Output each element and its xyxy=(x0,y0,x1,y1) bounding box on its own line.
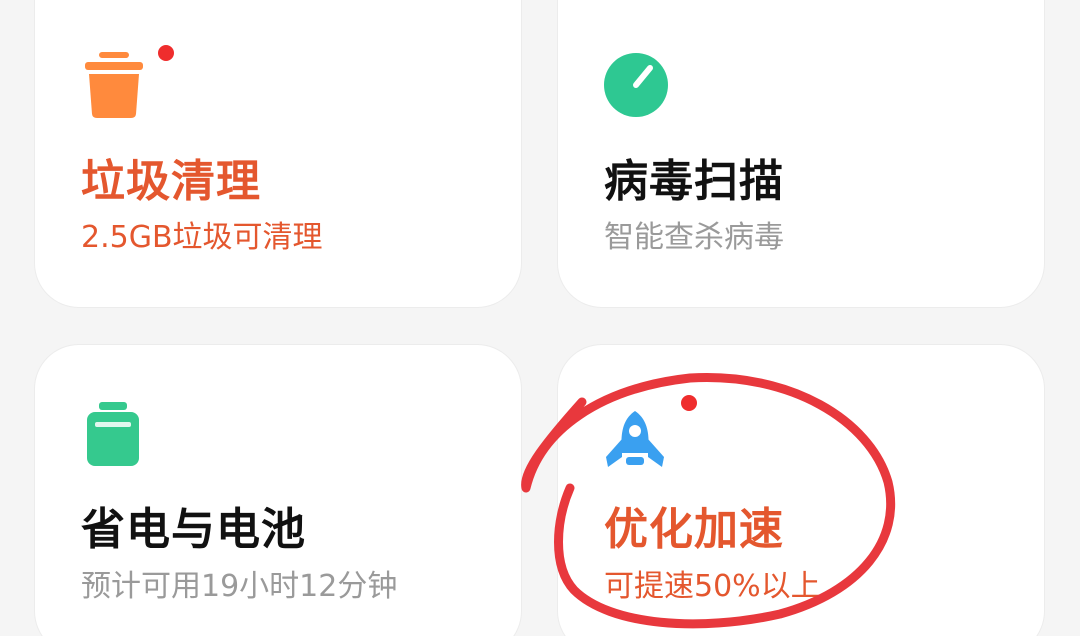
trash-can-icon xyxy=(85,52,143,118)
notification-dot xyxy=(158,45,174,61)
card-trash-cleanup[interactable]: 垃圾清理 2.5GB垃圾可清理 xyxy=(35,0,521,307)
security-center-grid: 垃圾清理 2.5GB垃圾可清理 病毒扫描 智能查杀病毒 省电与电池 预计可用19… xyxy=(0,0,1080,636)
notification-dot xyxy=(681,395,697,411)
battery-icon xyxy=(87,402,139,466)
scan-gauge-icon xyxy=(604,53,668,117)
rocket-icon xyxy=(606,411,664,467)
card-subtitle: 智能查杀病毒 xyxy=(604,220,784,255)
card-title: 优化加速 xyxy=(604,504,784,555)
card-optimize-speed[interactable]: 优化加速 可提速50%以上 xyxy=(558,345,1044,636)
card-subtitle: 可提速50%以上 xyxy=(604,569,821,604)
card-title: 病毒扫描 xyxy=(604,156,784,207)
card-title: 省电与电池 xyxy=(81,504,306,555)
card-title: 垃圾清理 xyxy=(81,156,261,207)
card-subtitle: 预计可用19小时12分钟 xyxy=(81,569,398,604)
card-power-battery[interactable]: 省电与电池 预计可用19小时12分钟 xyxy=(35,345,521,636)
card-virus-scan[interactable]: 病毒扫描 智能查杀病毒 xyxy=(558,0,1044,307)
card-subtitle: 2.5GB垃圾可清理 xyxy=(81,220,323,255)
